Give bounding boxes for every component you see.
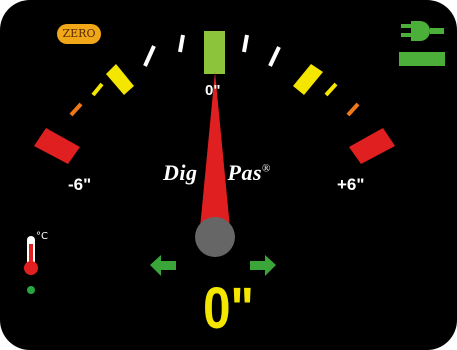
tick-near-left (106, 64, 134, 95)
tick-far-right (349, 128, 395, 164)
tilt-readout: 0" (203, 276, 254, 341)
battery-indicator (399, 52, 445, 66)
scale-center-label: 0" (205, 82, 221, 99)
scale-right-label: +6" (337, 175, 365, 194)
arrow-left-icon (150, 255, 176, 276)
tick-white-left-1 (143, 45, 156, 67)
brand-part2: Pas (227, 160, 262, 185)
tick-far-left (34, 128, 80, 164)
tick-white-left-2 (178, 34, 185, 53)
brand-mark: ® (262, 162, 271, 175)
tick-white-right-1 (242, 34, 249, 53)
gauge-screen: ZERO -6" +6" 0" Dig Pas® °C 0" (0, 0, 457, 350)
plug-icon (401, 21, 444, 41)
tick-mid-right (346, 102, 360, 117)
temperature-unit: °C (36, 231, 48, 242)
tick-near-right-thin (324, 82, 338, 97)
scale-left-label: -6" (68, 175, 92, 194)
tick-near-right (293, 64, 323, 95)
brand-logo: Dig Pas® (163, 160, 271, 186)
brand-part1: Dig (163, 160, 198, 185)
arrow-right-icon (250, 255, 276, 276)
tick-white-right-2 (268, 46, 281, 67)
tick-center (204, 31, 225, 74)
needle-pivot (195, 217, 235, 257)
tick-near-left-thin (91, 82, 104, 97)
tick-mid-left (69, 102, 83, 117)
zero-button[interactable]: ZERO (57, 24, 101, 44)
